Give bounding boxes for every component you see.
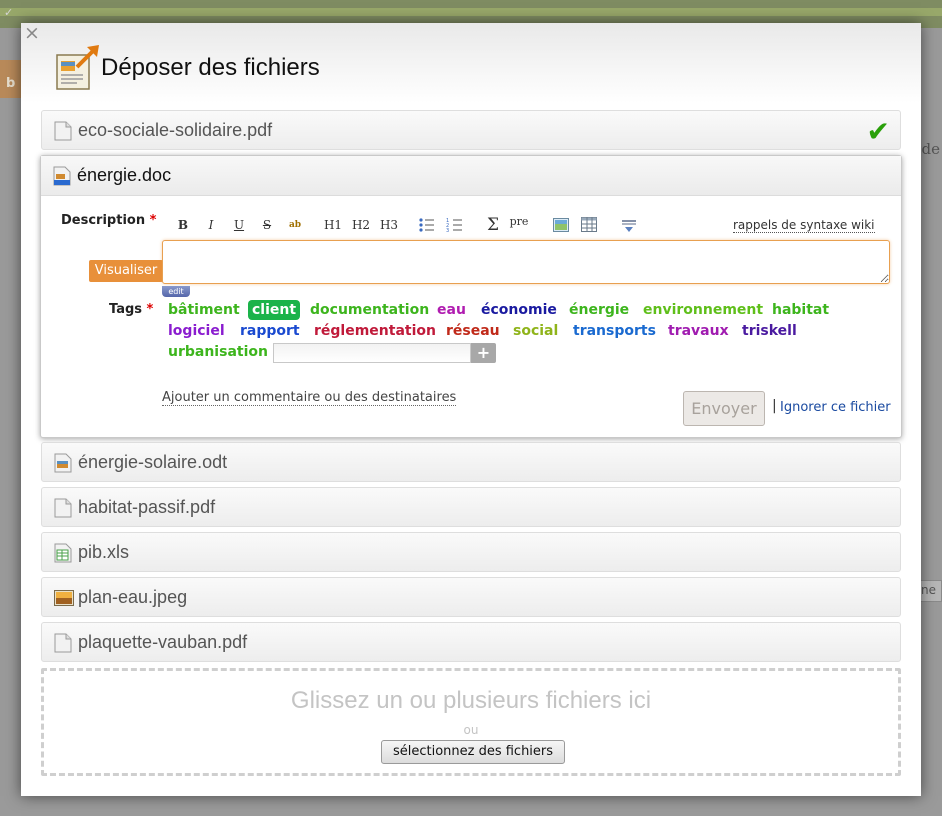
link-separator: |: [772, 398, 777, 414]
tag-logiciel[interactable]: logiciel: [168, 321, 225, 341]
background-letter: b: [6, 76, 16, 91]
tag-batiment[interactable]: bâtiment: [168, 300, 240, 320]
background-check-icon: ✓: [4, 6, 14, 19]
h1-button[interactable]: H1: [323, 214, 343, 236]
pdf-file-icon: [54, 121, 72, 141]
file-name: habitat-passif.pdf: [78, 497, 216, 517]
italic-button[interactable]: I: [201, 214, 221, 236]
upload-document-icon: [56, 45, 99, 90]
doc-file-icon: [53, 166, 71, 186]
file-row[interactable]: eco-sociale-solidaire.pdf ✔: [41, 110, 901, 150]
h2-button[interactable]: H2: [351, 214, 371, 236]
tag-social[interactable]: social: [513, 321, 558, 341]
file-row[interactable]: plaquette-vauban.pdf: [41, 622, 901, 662]
sum-button[interactable]: Σ: [483, 214, 503, 236]
file-details-panel: énergie.doc Description * B I U S ab H1 …: [40, 155, 902, 438]
close-icon[interactable]: ×: [24, 23, 40, 43]
bullet-list-icon[interactable]: [417, 217, 437, 233]
file-row[interactable]: pib.xls: [41, 532, 901, 572]
background-header-band: [0, 8, 942, 16]
h3-button[interactable]: H3: [379, 214, 399, 236]
tag-urbanisation[interactable]: urbanisation: [168, 342, 268, 362]
drop-zone-or: ou: [463, 723, 479, 737]
file-row-expanded[interactable]: énergie.doc: [41, 156, 901, 196]
image-file-icon: [54, 590, 74, 606]
tag-documentation[interactable]: documentation: [310, 300, 429, 320]
tag-input[interactable]: [273, 343, 471, 363]
tag-triskell[interactable]: triskell: [742, 321, 797, 341]
uploaded-check-icon: ✔: [866, 115, 890, 148]
file-name: énergie.doc: [77, 165, 172, 185]
drop-zone-title: Glissez un ou plusieurs fichiers ici: [290, 687, 652, 714]
tag-economie[interactable]: économie: [481, 300, 557, 320]
highlight-button[interactable]: ab: [285, 214, 305, 236]
format-filter-icon[interactable]: [619, 218, 639, 233]
pdf-file-icon: [54, 498, 72, 518]
preview-button[interactable]: Visualiser: [89, 260, 163, 282]
strike-button[interactable]: S: [257, 214, 277, 236]
tag-rapport[interactable]: rapport: [240, 321, 300, 341]
file-row[interactable]: habitat-passif.pdf: [41, 487, 901, 527]
wiki-toolbar: B I U S ab H1 H2 H3 1 2 3 Σ pre: [173, 214, 733, 236]
numbered-list-icon[interactable]: 1 2 3: [445, 217, 465, 233]
tag-environnement[interactable]: environnement: [643, 300, 763, 320]
description-input[interactable]: [162, 240, 890, 284]
file-name: énergie-solaire.odt: [78, 452, 228, 472]
select-files-button[interactable]: sélectionnez des fichiers: [381, 740, 565, 764]
insert-table-icon[interactable]: [579, 217, 599, 232]
pre-button[interactable]: pre: [509, 211, 529, 233]
upload-dialog: × Déposer des fichiers eco-sociale-solid…: [21, 23, 921, 796]
tag-habitat[interactable]: habitat: [772, 300, 829, 320]
dialog-header: × Déposer des fichiers: [21, 23, 921, 103]
required-mark: *: [149, 213, 157, 228]
dialog-title: Déposer des fichiers: [101, 54, 320, 81]
add-comment-link[interactable]: Ajouter un commentaire ou des destinatai…: [162, 390, 457, 406]
tag-client[interactable]: client: [248, 300, 301, 320]
syntax-help-link[interactable]: rappels de syntaxe wiki: [733, 218, 875, 233]
file-name: plan-eau.jpeg: [78, 587, 188, 607]
file-row[interactable]: plan-eau.jpeg: [41, 577, 901, 617]
file-name: plaquette-vauban.pdf: [78, 632, 248, 652]
add-tag-button[interactable]: +: [471, 343, 496, 363]
underline-button[interactable]: U: [229, 214, 249, 236]
background-box: ne: [918, 580, 942, 602]
file-name: eco-sociale-solidaire.pdf: [78, 120, 273, 140]
description-label: Description *: [61, 213, 157, 228]
tag-reglementation[interactable]: réglementation: [314, 321, 436, 341]
required-mark: *: [146, 302, 154, 317]
pdf-file-icon: [54, 633, 72, 653]
tag-reseau[interactable]: réseau: [446, 321, 500, 341]
ignore-file-link[interactable]: Ignorer ce fichier: [780, 400, 891, 415]
bold-button[interactable]: B: [173, 214, 193, 236]
spreadsheet-file-icon: [54, 543, 72, 563]
tags-label: Tags *: [109, 302, 154, 317]
tag-energie[interactable]: énergie: [569, 300, 629, 320]
tag-transports[interactable]: transports: [573, 321, 656, 341]
file-name: pib.xls: [78, 542, 130, 562]
send-button[interactable]: Envoyer: [683, 391, 765, 426]
svg-text:3: 3: [446, 228, 449, 233]
file-row[interactable]: énergie-solaire.odt: [41, 442, 901, 482]
tag-eau[interactable]: eau: [437, 300, 466, 320]
file-drop-zone[interactable]: Glissez un ou plusieurs fichiers ici ou …: [41, 668, 901, 776]
insert-image-icon[interactable]: [551, 218, 571, 232]
edit-tab[interactable]: edit: [162, 286, 190, 297]
odt-file-icon: [54, 453, 72, 473]
tag-travaux[interactable]: travaux: [668, 321, 729, 341]
background-text: de: [921, 140, 940, 158]
